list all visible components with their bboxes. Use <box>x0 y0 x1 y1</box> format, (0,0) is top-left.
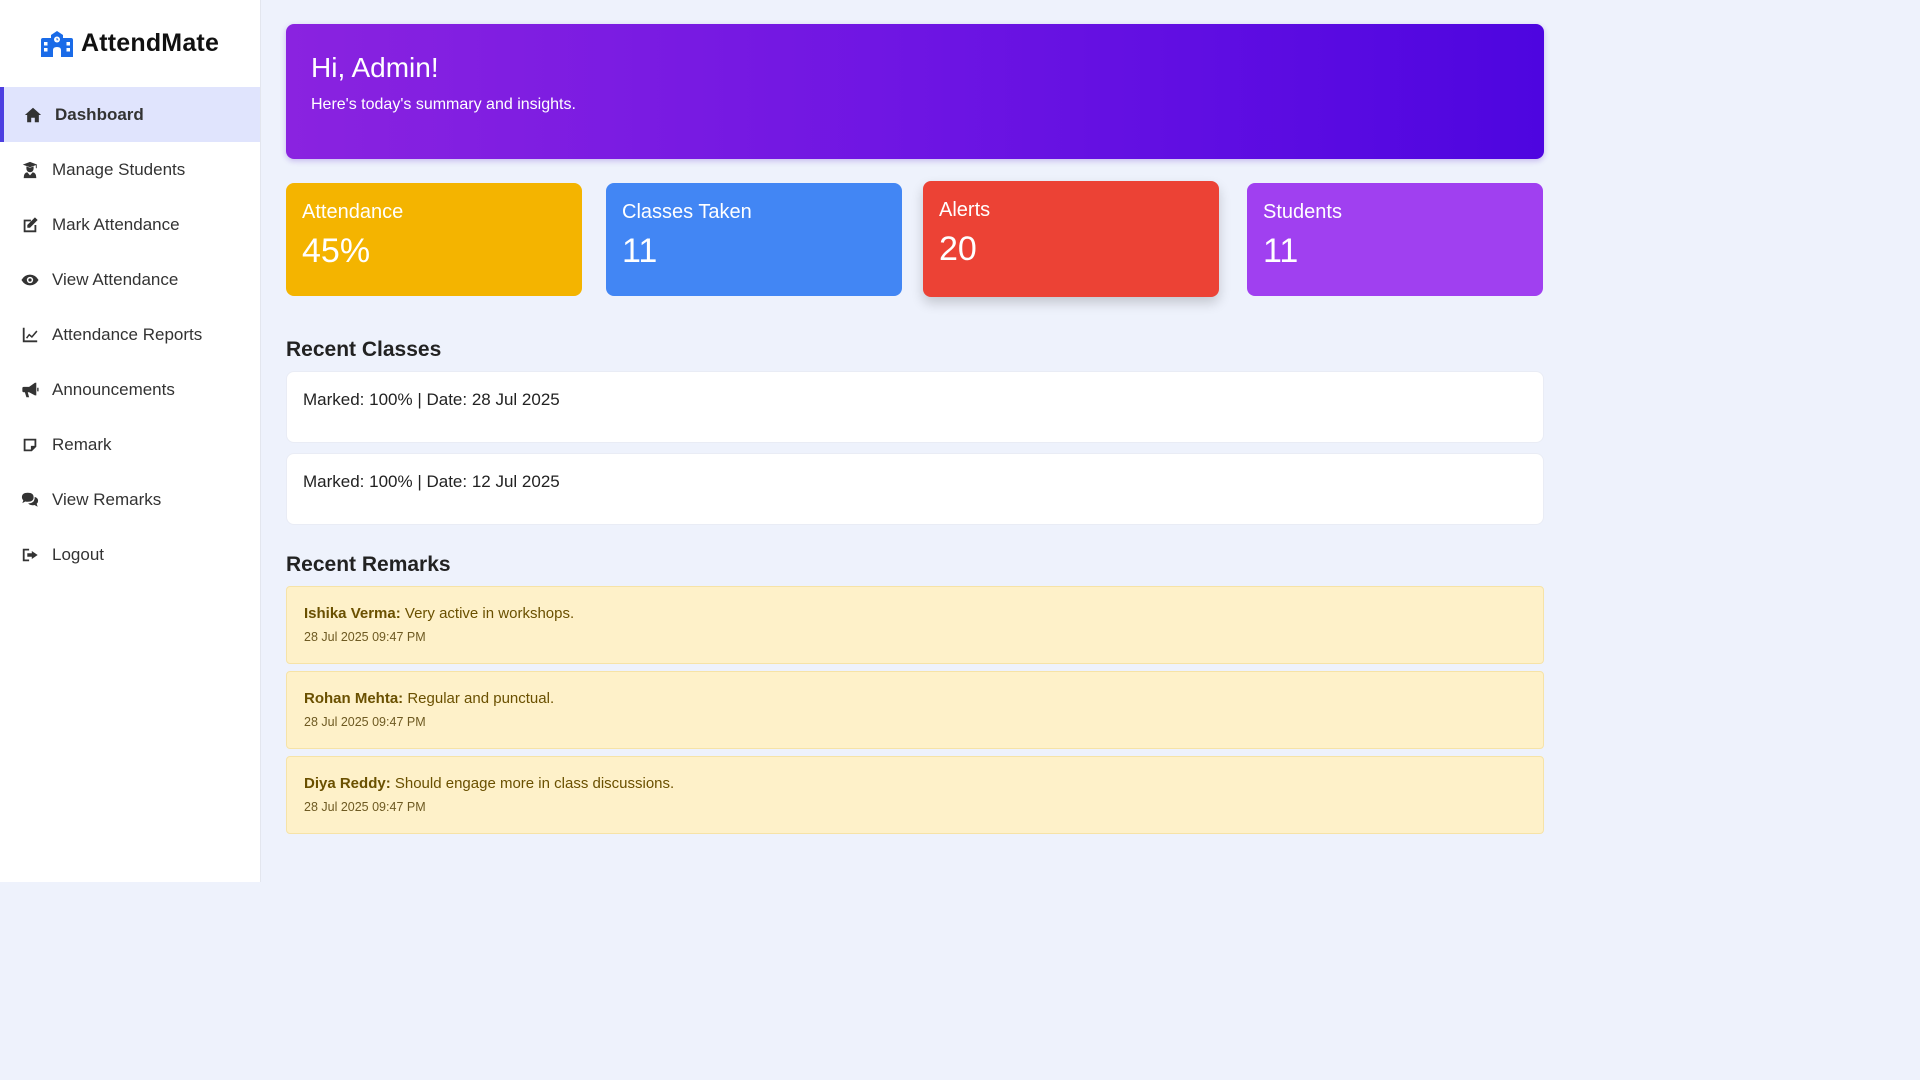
greeting-subtitle: Here's today's summary and insights. <box>311 96 576 113</box>
remark-line: Rohan Mehta: Regular and punctual. <box>304 690 1526 707</box>
stat-value: 20 <box>939 230 977 268</box>
sidebar: AttendMate Dashboard Manage Students Mar… <box>0 0 261 882</box>
stat-value: 11 <box>1263 232 1299 270</box>
sign-out-icon <box>20 545 40 565</box>
sidebar-item-announcements[interactable]: Announcements <box>0 362 260 417</box>
home-icon <box>23 105 43 125</box>
welcome-banner: Hi, Admin! Here's today's summary and in… <box>286 24 1544 159</box>
remark-author: Ishika Verma: <box>304 605 401 622</box>
sidebar-item-label: View Attendance <box>52 269 179 289</box>
stat-label: Classes Taken <box>622 201 752 223</box>
recent-classes-list: Marked: 100% | Date: 28 Jul 2025 Marked:… <box>286 371 1544 525</box>
sidebar-item-label: View Remarks <box>52 489 162 509</box>
sidebar-item-label: Manage Students <box>52 159 186 179</box>
sidebar-item-view-remarks[interactable]: View Remarks <box>0 472 260 527</box>
list-item[interactable]: Marked: 100% | Date: 28 Jul 2025 <box>286 371 1544 443</box>
sticky-note-icon <box>20 435 40 455</box>
stat-label: Students <box>1263 201 1342 223</box>
greeting-heading: Hi, Admin! <box>311 52 439 83</box>
remark-item: Ishika Verma: Very active in workshops. … <box>286 586 1544 664</box>
recent-remarks-heading: Recent Remarks <box>286 553 451 576</box>
stat-label: Alerts <box>939 199 991 221</box>
stat-card-students[interactable]: Students 11 <box>1247 183 1543 296</box>
brand[interactable]: AttendMate <box>0 0 260 87</box>
remark-line: Diya Reddy: Should engage more in class … <box>304 775 1526 792</box>
sidebar-item-logout[interactable]: Logout <box>0 527 260 582</box>
recent-classes-heading: Recent Classes <box>286 338 442 361</box>
sidebar-item-label: Dashboard <box>55 104 144 124</box>
sidebar-item-view-attendance[interactable]: View Attendance <box>0 252 260 307</box>
sidebar-nav: Dashboard Manage Students Mark Attendanc… <box>0 87 260 582</box>
remark-item: Diya Reddy: Should engage more in class … <box>286 756 1544 834</box>
sidebar-item-attendance-reports[interactable]: Attendance Reports <box>0 307 260 362</box>
sidebar-item-label: Announcements <box>52 379 175 399</box>
brand-name: AttendMate <box>80 29 220 57</box>
remark-author: Rohan Mehta: <box>304 690 404 707</box>
stat-card-alerts[interactable]: Alerts 20 <box>923 181 1219 297</box>
main-content: Hi, Admin! Here's today's summary and in… <box>286 0 1544 841</box>
remark-timestamp: 28 Jul 2025 09:47 PM <box>304 800 426 814</box>
stat-label: Attendance <box>302 201 404 223</box>
sidebar-item-dashboard[interactable]: Dashboard <box>0 87 260 142</box>
remark-timestamp: 28 Jul 2025 09:47 PM <box>304 715 426 729</box>
stats-cards: Attendance 45% Classes Taken 11 Alerts 2… <box>286 181 1544 298</box>
comments-icon <box>20 490 40 510</box>
edit-icon <box>20 215 40 235</box>
sidebar-item-label: Logout <box>52 544 104 564</box>
user-graduate-icon <box>20 160 40 180</box>
sidebar-item-label: Mark Attendance <box>52 214 180 234</box>
sidebar-item-label: Attendance Reports <box>52 324 203 344</box>
remark-author: Diya Reddy: <box>304 775 391 792</box>
remark-text: Very active in workshops. <box>400 605 575 622</box>
list-item[interactable]: Marked: 100% | Date: 12 Jul 2025 <box>286 453 1544 525</box>
school-icon <box>40 30 73 57</box>
stat-value: 11 <box>622 232 658 270</box>
sidebar-item-manage-students[interactable]: Manage Students <box>0 142 260 197</box>
megaphone-icon <box>20 380 40 400</box>
remark-line: Ishika Verma: Very active in workshops. <box>304 605 1526 622</box>
remark-text: Should engage more in class discussions. <box>390 775 675 792</box>
sidebar-item-remark[interactable]: Remark <box>0 417 260 472</box>
stat-card-attendance[interactable]: Attendance 45% <box>286 183 582 296</box>
sidebar-item-label: Remark <box>52 434 112 454</box>
chart-line-icon <box>20 325 40 345</box>
sidebar-item-mark-attendance[interactable]: Mark Attendance <box>0 197 260 252</box>
eye-icon <box>20 270 40 290</box>
remark-item: Rohan Mehta: Regular and punctual. 28 Ju… <box>286 671 1544 749</box>
recent-remarks-list: Ishika Verma: Very active in workshops. … <box>286 586 1544 834</box>
remark-text: Regular and punctual. <box>403 690 555 707</box>
remark-timestamp: 28 Jul 2025 09:47 PM <box>304 630 426 644</box>
stat-value: 45% <box>302 232 371 270</box>
stat-card-classes-taken[interactable]: Classes Taken 11 <box>606 183 902 296</box>
